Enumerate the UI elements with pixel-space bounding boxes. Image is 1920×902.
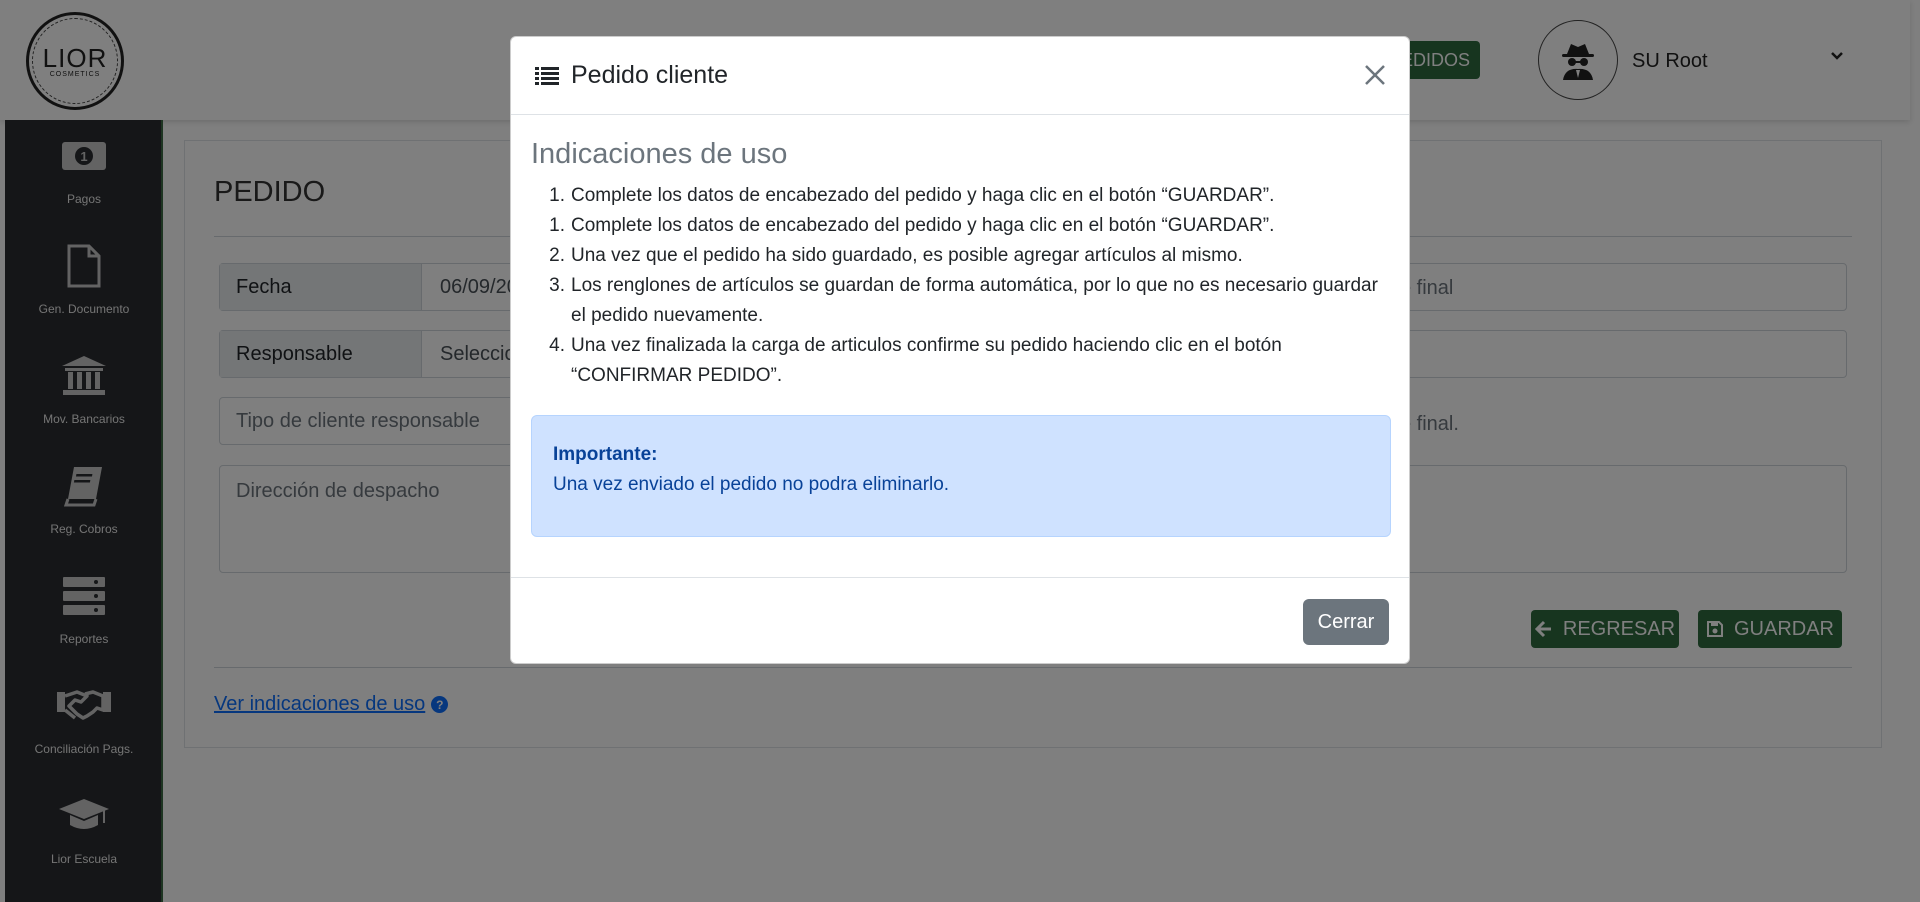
list-item: 4. Una vez finalizada la carga de articul… xyxy=(531,331,1391,391)
item-number: 2. xyxy=(549,245,565,266)
alert-title: Importante: xyxy=(553,444,658,465)
item-number: 1. xyxy=(549,185,565,206)
item-text: Una vez finalizada la carga de articulos… xyxy=(571,335,1282,386)
item-number: 1. xyxy=(549,215,565,236)
modal-title: Pedido cliente xyxy=(535,61,728,90)
pedido-modal: Pedido cliente Indicaciones de uso 1. Com… xyxy=(510,36,1410,664)
item-text: Una vez que el pedido ha sido guardado, … xyxy=(571,245,1243,266)
item-text: Los renglones de artículos se guardan de… xyxy=(571,275,1378,326)
close-icon[interactable] xyxy=(1359,59,1391,91)
modal-body: Indicaciones de uso 1. Complete los datos… xyxy=(531,137,1391,391)
list-item: 3. Los renglones de artículos se guardan … xyxy=(531,271,1391,331)
item-number: 3. xyxy=(549,275,565,296)
list-item: 1. Complete los datos de encabezado del p… xyxy=(531,211,1391,241)
item-number: 4. xyxy=(549,335,565,356)
modal-footer: Cerrar xyxy=(511,577,1409,665)
list-item: 1. Complete los datos de encabezado del p… xyxy=(531,181,1391,211)
modal-title-text: Pedido cliente xyxy=(571,61,729,89)
cerrar-button[interactable]: Cerrar xyxy=(1303,599,1389,645)
item-text: Complete los datos de encabezado del ped… xyxy=(571,185,1275,206)
item-text: Complete los datos de encabezado del ped… xyxy=(571,215,1275,236)
modal-header: Pedido cliente xyxy=(511,37,1409,115)
list-icon xyxy=(535,66,559,85)
list-item: 2. Una vez que el pedido ha sido guardado… xyxy=(531,241,1391,271)
alert-text: Una vez enviado el pedido no podra elimi… xyxy=(553,474,950,495)
instructions-list: 1. Complete los datos de encabezado del p… xyxy=(531,181,1391,391)
important-alert: Importante: Una vez enviado el pedido no… xyxy=(531,415,1391,537)
instructions-heading: Indicaciones de uso xyxy=(531,138,788,170)
cerrar-label: Cerrar xyxy=(1317,610,1375,633)
